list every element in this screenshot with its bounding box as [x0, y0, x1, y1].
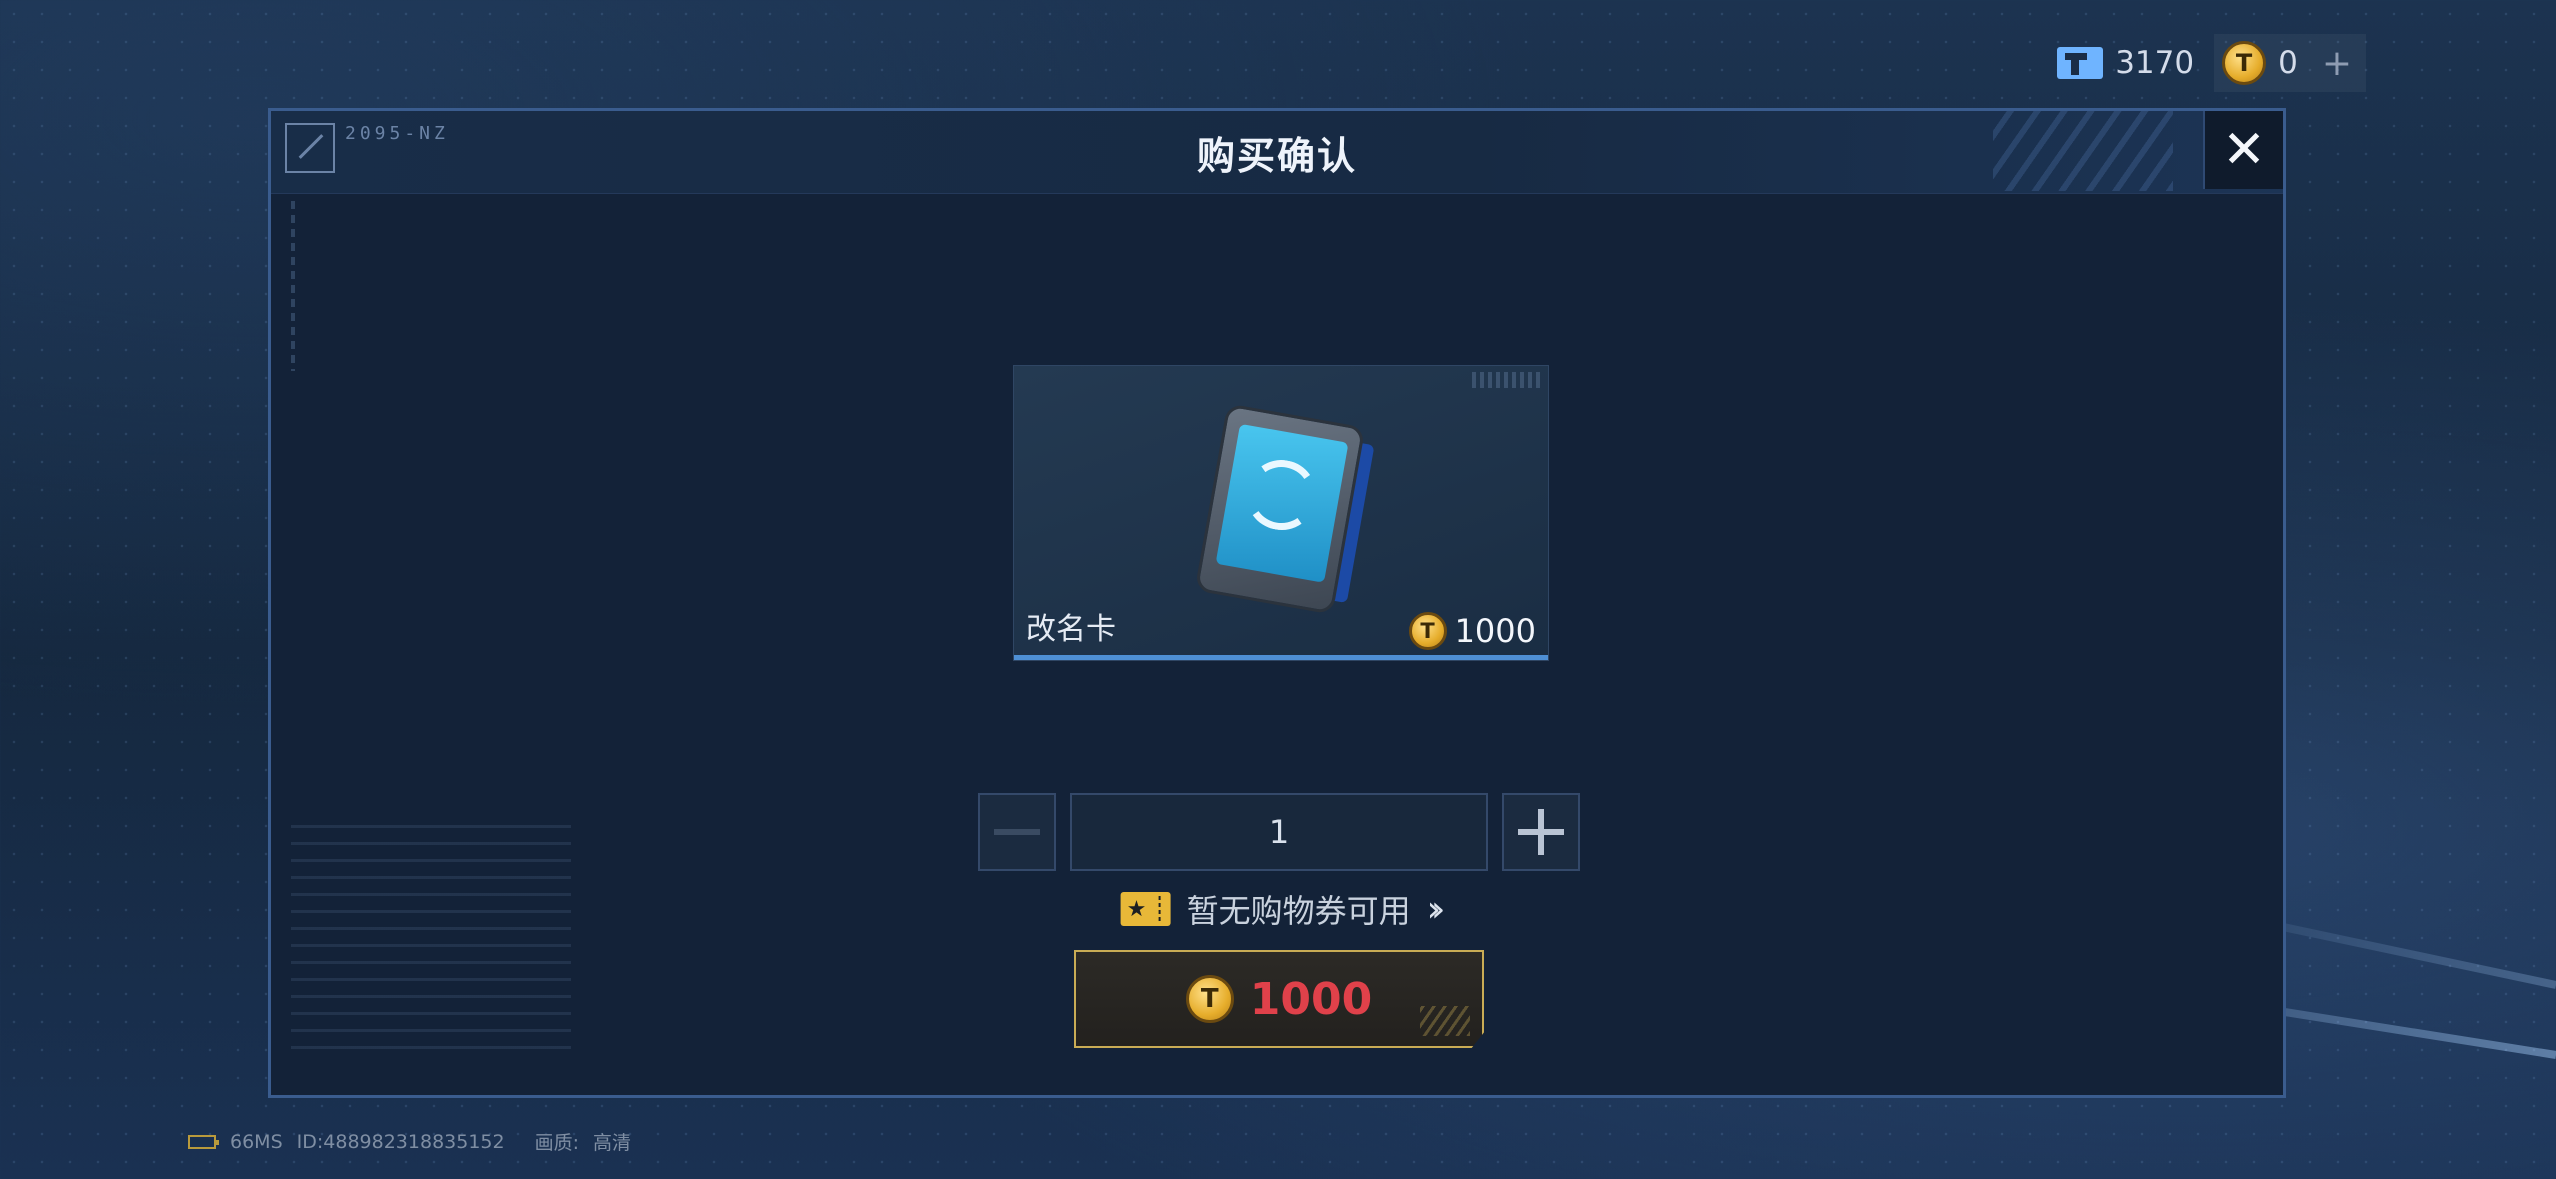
battery-icon	[188, 1134, 219, 1149]
quality-value: 高清	[593, 1132, 632, 1154]
close-button[interactable]: ✕	[2203, 111, 2283, 189]
add-coins-button[interactable]: +	[2322, 43, 2352, 84]
coupon-selector[interactable]: ★ 暂无购物券可用 ››	[1120, 886, 1446, 932]
buy-button[interactable]: T 1000	[1074, 950, 1484, 1048]
quality-label: 画质:	[534, 1132, 580, 1154]
decrease-quantity-button[interactable]	[978, 793, 1056, 871]
ping-value: 66MS	[230, 1130, 283, 1153]
item-price: T 1000	[1408, 612, 1536, 650]
ticket-amount: 3170	[2115, 45, 2195, 81]
dialog-header: 2095-NZ 购买确认 ✕	[271, 111, 2283, 194]
coin-icon: T	[1408, 612, 1447, 650]
item-selected-underline	[1014, 655, 1548, 660]
rename-card-icon	[1194, 403, 1375, 615]
player-id: ID:488982318835152	[296, 1130, 505, 1153]
double-chevron-right-icon: ››	[1426, 888, 1446, 930]
currency-bar: 3170 T 0 +	[2057, 34, 2366, 92]
dialog-title: 购买确认	[1196, 134, 1357, 178]
increase-quantity-button[interactable]	[1502, 793, 1580, 871]
buy-price: 1000	[1249, 973, 1373, 1025]
decorative-bar	[291, 201, 295, 371]
decorative-text-block	[291, 825, 571, 1055]
item-card: 改名卡 T 1000	[1013, 365, 1549, 661]
coin-icon: T	[2222, 41, 2267, 85]
ticket-currency: 3170	[2057, 45, 2194, 81]
ticket-currency-icon	[2057, 47, 2104, 79]
coupon-status-text: 暂无购物券可用	[1186, 892, 1411, 930]
coin-amount: 0	[2278, 45, 2298, 81]
coupon-icon: ★	[1120, 892, 1171, 926]
coin-currency: T 0 +	[2214, 34, 2366, 92]
coin-icon: T	[1185, 975, 1234, 1023]
quantity-input[interactable]	[1070, 793, 1488, 871]
item-price-value: 1000	[1454, 612, 1536, 650]
quantity-stepper	[978, 791, 1580, 873]
purchase-confirm-dialog: 2095-NZ 购买确认 ✕ 改名卡 T 1000	[268, 108, 2286, 1098]
item-name: 改名卡	[1026, 612, 1116, 647]
status-bar: 66MS ID:488982318835152 画质: 高清	[188, 1128, 631, 1155]
minus-icon	[994, 829, 1040, 835]
